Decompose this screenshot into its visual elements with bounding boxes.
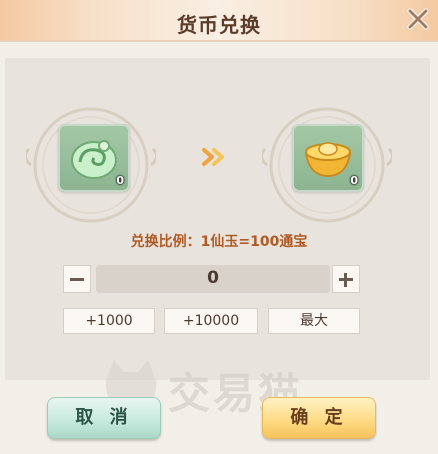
quantity-input[interactable]: 0 bbox=[96, 268, 330, 288]
currency-exchange-dialog: 货币兑换 0 0 兑换比例：1仙玉=100通宝 0 +1000 +10000 最… bbox=[0, 0, 438, 454]
dialog-title: 货币兑换 bbox=[177, 13, 261, 37]
add-10000-button[interactable]: +10000 bbox=[164, 308, 258, 334]
plus-button[interactable] bbox=[332, 265, 360, 293]
minus-icon bbox=[70, 278, 84, 281]
max-button[interactable]: 最大 bbox=[268, 308, 360, 334]
jade-swirl-icon bbox=[71, 140, 117, 179]
add-1000-button[interactable]: +1000 bbox=[63, 308, 155, 334]
from-currency-item[interactable]: 0 bbox=[58, 124, 130, 192]
close-icon[interactable] bbox=[406, 7, 430, 31]
from-item-count: 0 bbox=[116, 174, 124, 187]
gold-ingot-icon bbox=[304, 142, 352, 178]
plus-icon-vertical bbox=[344, 273, 347, 287]
minus-button[interactable] bbox=[63, 265, 91, 293]
confirm-button[interactable]: 确 定 bbox=[262, 397, 376, 439]
to-currency-item[interactable]: 0 bbox=[292, 124, 364, 192]
cancel-button[interactable]: 取 消 bbox=[47, 397, 161, 439]
header-divider bbox=[0, 40, 438, 42]
double-chevron-right-icon bbox=[202, 148, 224, 166]
to-item-count: 0 bbox=[350, 174, 358, 187]
exchange-ratio: 兑换比例：1仙玉=100通宝 bbox=[130, 234, 308, 250]
